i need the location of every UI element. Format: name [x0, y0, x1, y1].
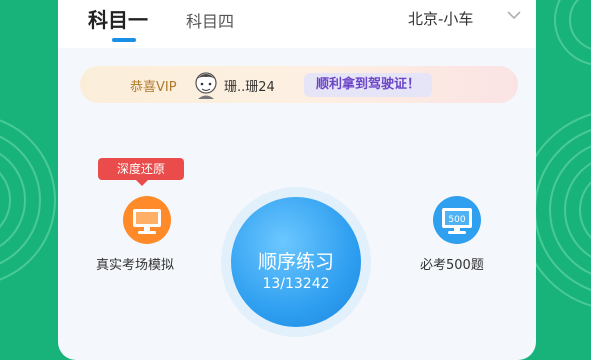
practice-title: 顺序练习: [257, 251, 334, 273]
500-monitor-icon[interactable]: 500: [430, 195, 484, 245]
tab-subject-four[interactable]: 科目四: [186, 8, 234, 32]
deep-restore-badge: 深度还原: [98, 158, 184, 186]
real-exam-simulation-label[interactable]: 真实考场模拟: [96, 254, 174, 273]
vip-label: 恭喜VIP: [130, 80, 177, 95]
must-take-500-label[interactable]: 必考500题: [420, 254, 484, 273]
active-tab-indicator: [112, 38, 136, 42]
username: 珊..珊24: [224, 80, 275, 95]
congrats-slogan: 顺利拿到驾驶证！: [304, 73, 433, 97]
practice-progress: 13/13242: [262, 276, 330, 292]
monitor-icon[interactable]: [120, 195, 174, 245]
location-selector[interactable]: 北京-小车: [408, 8, 473, 29]
svg-text:500: 500: [448, 215, 465, 225]
tab-subject-one[interactable]: 科目一: [88, 4, 148, 33]
avatar: [195, 72, 217, 99]
chevron-down-icon[interactable]: [507, 10, 521, 20]
